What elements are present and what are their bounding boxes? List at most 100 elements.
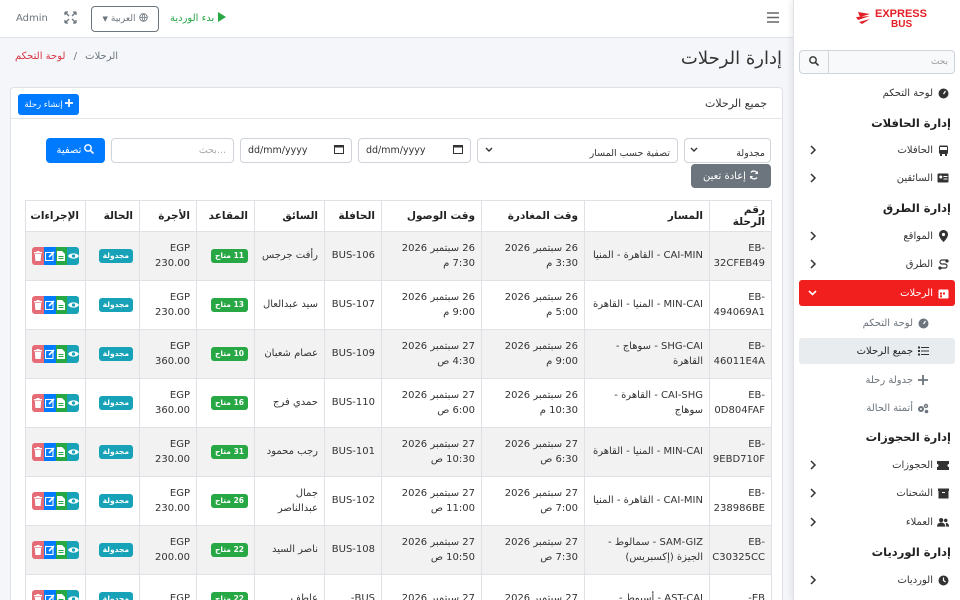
- trip-search-input[interactable]: بحث...: [111, 138, 234, 163]
- view-trip-button[interactable]: [67, 394, 79, 412]
- view-trip-button[interactable]: [67, 345, 79, 363]
- table-row: EB-0D804FAF CAI-SHG - القاهرة - سوهاج 26 س…: [25, 378, 772, 428]
- trip-number-cell: EB-46011E4A: [709, 329, 772, 379]
- edit-trip-button[interactable]: [43, 345, 56, 363]
- main-content: إدارة الرحلات الرحلات / لوحة التحكم جميع…: [0, 38, 793, 600]
- edit-trip-button[interactable]: [43, 492, 56, 510]
- date-to-input[interactable]: dd/mm/yyyy: [240, 138, 352, 163]
- delete-trip-button[interactable]: [32, 296, 44, 314]
- edit-icon: [44, 398, 55, 408]
- edit-icon: [44, 545, 55, 555]
- delete-trip-button[interactable]: [32, 590, 44, 600]
- fullscreen-icon[interactable]: [64, 11, 77, 24]
- sidebar-item-locations[interactable]: المواقع: [799, 223, 955, 249]
- export-pdf-button[interactable]: [55, 345, 68, 363]
- filter-button[interactable]: تصفية: [46, 138, 105, 163]
- seats-available-badge: 10 متاح: [211, 347, 248, 361]
- sidebar-subitem-trips-dashboard[interactable]: لوحة التحكم: [799, 310, 955, 336]
- sidebar-item-routes[interactable]: الطرق: [799, 251, 955, 277]
- col-header-trip-number[interactable]: رقم الرحلة: [709, 200, 772, 232]
- export-pdf-button[interactable]: [55, 296, 68, 314]
- create-trip-label: إنشاء رحلة: [24, 99, 63, 110]
- view-trip-button[interactable]: [67, 590, 79, 600]
- breadcrumb: الرحلات / لوحة التحكم: [15, 51, 118, 62]
- sidebar-item-dashboard[interactable]: لوحة التحكم: [799, 80, 955, 106]
- col-header-driver[interactable]: السائق: [254, 200, 325, 232]
- col-header-departure[interactable]: وقت المغادرة: [481, 200, 585, 232]
- sidebar-subitem-all-trips[interactable]: جميع الرحلات: [799, 338, 955, 364]
- row-actions-group: [32, 590, 79, 600]
- delete-trip-button[interactable]: [32, 345, 44, 363]
- bus-cell: BUS-109: [324, 329, 382, 379]
- sidebar-search-input[interactable]: بحث: [828, 50, 955, 74]
- delete-trip-button[interactable]: [32, 247, 44, 265]
- seats-cell: 22 متاح: [196, 574, 255, 600]
- view-trip-button[interactable]: [67, 541, 79, 559]
- sidebar-item-label: الحافلات: [897, 144, 934, 156]
- delete-trip-button[interactable]: [32, 541, 44, 559]
- sidebar-item-shifts[interactable]: الورديات: [799, 567, 955, 593]
- export-pdf-button[interactable]: [55, 247, 68, 265]
- trips-table-body: EB-32CFEB49 CAI-MIN - القاهرة - المنيا 26 …: [25, 231, 772, 600]
- col-header-route[interactable]: المسار: [584, 200, 710, 232]
- sidebar-item-buses[interactable]: الحافلات: [799, 137, 955, 163]
- delete-trip-button[interactable]: [32, 443, 44, 461]
- sidebar-item-customers[interactable]: العملاء: [799, 509, 955, 535]
- sidebar-search-button[interactable]: [799, 50, 828, 74]
- export-pdf-button[interactable]: [55, 492, 68, 510]
- search-icon: [84, 144, 95, 157]
- box-icon: [937, 487, 949, 499]
- export-pdf-button[interactable]: [55, 541, 68, 559]
- export-pdf-button[interactable]: [55, 394, 68, 412]
- export-pdf-button[interactable]: [55, 590, 68, 600]
- col-header-status[interactable]: الحالة: [85, 200, 140, 232]
- col-header-bus[interactable]: الحافلة: [324, 200, 382, 232]
- sidebar-item-bookings[interactable]: الحجوزات: [799, 452, 955, 478]
- start-shift-link[interactable]: بدء الوردية: [170, 12, 227, 25]
- edit-icon: [44, 300, 55, 310]
- delete-trip-button[interactable]: [32, 394, 44, 412]
- table-row: EB-C30325CC SAM-GIZ - سمالوط - الجيزة (إك…: [25, 525, 772, 575]
- view-trip-button[interactable]: [67, 247, 79, 265]
- seats-available-badge: 13 متاح: [211, 298, 248, 312]
- date-from-input[interactable]: dd/mm/yyyy: [358, 138, 471, 163]
- col-header-seats[interactable]: المقاعد: [196, 200, 255, 232]
- language-dropdown-button[interactable]: ▼ العربية: [91, 6, 159, 32]
- reset-filters-button[interactable]: إعادة تعين: [691, 164, 771, 188]
- status-filter-value: مجدولة: [736, 148, 765, 159]
- cogs-icon: [917, 402, 929, 414]
- col-header-arrival[interactable]: وقت الوصول: [381, 200, 482, 232]
- sidebar-subitem-schedule-trip[interactable]: جدولة رحلة: [799, 367, 955, 393]
- route-filter-select[interactable]: تصفية حسب المسار: [477, 138, 678, 163]
- status-filter-select[interactable]: مجدولة: [684, 138, 771, 163]
- route-cell: SHG-CAI - سوهاج - القاهرة: [584, 329, 710, 379]
- delete-trip-button[interactable]: [32, 492, 44, 510]
- edit-trip-button[interactable]: [43, 443, 56, 461]
- edit-icon: [44, 447, 55, 457]
- filter-button-label: تصفية: [56, 145, 82, 156]
- sidebar-item-drivers[interactable]: السائقين: [799, 165, 955, 191]
- hamburger-menu-icon[interactable]: [767, 12, 779, 24]
- id-card-icon: [937, 172, 949, 184]
- chevron-right-icon: [809, 259, 817, 269]
- sidebar-item-shipments[interactable]: الشحنات: [799, 480, 955, 506]
- breadcrumb-home-link[interactable]: لوحة التحكم: [15, 51, 65, 62]
- view-trip-button[interactable]: [67, 492, 79, 510]
- edit-trip-button[interactable]: [43, 394, 56, 412]
- trash-icon: [33, 349, 42, 359]
- col-header-fare[interactable]: الأجرة: [139, 200, 197, 232]
- globe-icon: [138, 13, 148, 25]
- sidebar-subitem-status-automation[interactable]: أتمتة الحالة: [799, 395, 955, 421]
- view-trip-button[interactable]: [67, 443, 79, 461]
- chevron-right-icon: [809, 231, 817, 241]
- edit-trip-button[interactable]: [43, 296, 56, 314]
- create-trip-button[interactable]: إنشاء رحلة: [18, 94, 79, 115]
- edit-trip-button[interactable]: [43, 541, 56, 559]
- export-pdf-button[interactable]: [55, 443, 68, 461]
- edit-trip-button[interactable]: [43, 247, 56, 265]
- express-bus-logo[interactable]: EXPRESS BUS: [855, 6, 955, 30]
- admin-user-link[interactable]: Admin: [16, 13, 48, 24]
- edit-trip-button[interactable]: [43, 590, 56, 600]
- view-trip-button[interactable]: [67, 296, 79, 314]
- sidebar-item-trips[interactable]: الرحلات: [799, 280, 955, 306]
